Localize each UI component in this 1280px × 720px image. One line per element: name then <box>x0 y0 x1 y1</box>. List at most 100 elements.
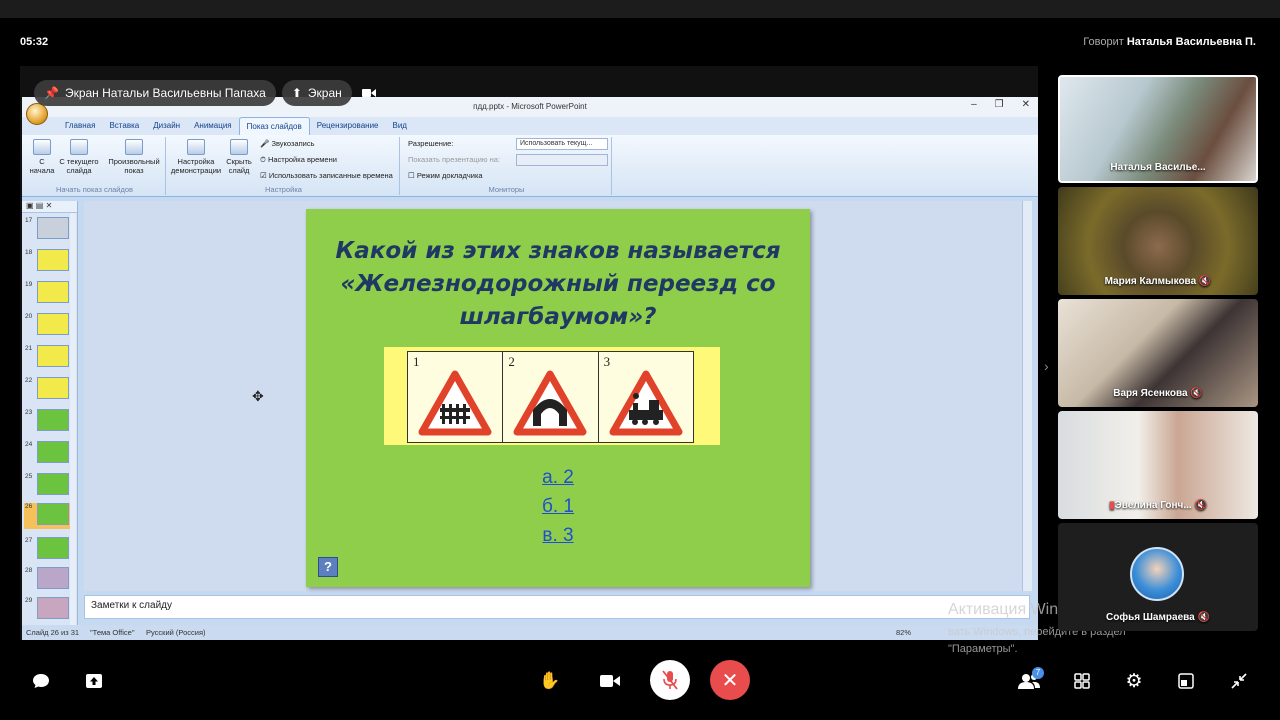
signs-table: 1 2 3 <box>407 351 694 443</box>
zoom-level[interactable]: 82% <box>896 628 911 637</box>
grid-view-button[interactable] <box>1069 668 1095 694</box>
camera-toggle-button[interactable] <box>358 80 380 106</box>
answer-link-c[interactable]: в. 3 <box>306 521 810 550</box>
from-start-label: С начала <box>29 157 55 175</box>
thumb-number: 20 <box>25 313 33 320</box>
ribbon-tabs: Главная Вставка Дизайн Анимация Показ сл… <box>22 117 1038 135</box>
chat-button[interactable] <box>28 668 54 694</box>
thumbnail-slide[interactable]: 27 <box>24 537 76 561</box>
record-narration-label: Звукозапись <box>271 139 315 148</box>
thumbnail-slide[interactable]: 18 <box>24 249 76 273</box>
screen-toggle-button[interactable]: ⬆ Экран <box>281 80 352 106</box>
layout-button[interactable] <box>1173 668 1199 694</box>
answer-link-a[interactable]: а. 2 <box>306 463 810 492</box>
thumbnails-scrollbar[interactable] <box>70 213 76 625</box>
status-theme: "Тема Office" <box>90 628 135 637</box>
thumb-preview <box>37 217 69 239</box>
participant-tile[interactable]: Мария Калмыкова 🔇 <box>1058 187 1258 295</box>
participant-name-text: Софья Шамраева <box>1106 612 1195 623</box>
thumb-preview <box>37 441 69 463</box>
answer-link-b[interactable]: б. 1 <box>306 492 810 521</box>
camera-button[interactable] <box>597 668 623 694</box>
raise-hand-button[interactable]: ✋ <box>537 668 563 694</box>
close-icon[interactable]: ✕ <box>1022 99 1030 110</box>
tab-animation[interactable]: Анимация <box>187 117 239 135</box>
microphone-off-icon <box>662 670 678 690</box>
share-owner-badge[interactable]: 📌 Экран Натальи Васильевны Папаха <box>34 80 276 106</box>
pin-icon: 📌 <box>44 86 59 100</box>
thumb-preview <box>37 567 69 589</box>
railroad-no-barrier-sign-icon <box>609 370 683 436</box>
group-monitors: Разрешение: Использовать текущ... Показа… <box>402 137 612 195</box>
setup-show-button[interactable]: Настройка демонстрации <box>170 139 222 175</box>
maximize-icon[interactable]: ❐ <box>995 99 1004 110</box>
slide: Какой из этих знаков называется «Железно… <box>306 209 810 587</box>
help-button[interactable]: ? <box>318 557 338 577</box>
thumb-preview <box>37 313 69 335</box>
use-timings-checkbox[interactable]: ☑ Использовать записанные времена <box>260 171 393 180</box>
settings-button[interactable]: ⚙ <box>1121 668 1147 694</box>
window-controls: – ❐ ✕ <box>971 99 1030 110</box>
slide-canvas: Какой из этих знаков называется «Железно… <box>84 201 1032 591</box>
thumb-preview <box>37 281 69 303</box>
sign-cell-2: 2 <box>503 352 599 442</box>
fullscreen-button[interactable] <box>1226 668 1252 694</box>
thumbnail-slide-selected[interactable]: 26 <box>24 503 76 529</box>
share-screen-button[interactable] <box>81 668 107 694</box>
notes-field[interactable]: Заметки к слайду <box>84 595 1030 619</box>
hide-slide-label: Скрыть слайд <box>226 157 252 175</box>
tab-design[interactable]: Дизайн <box>146 117 187 135</box>
thumbnail-slide[interactable]: 20 <box>24 313 76 337</box>
sign-number: 1 <box>413 354 420 369</box>
speaking-name: Наталья Васильевна П. <box>1126 36 1256 48</box>
hide-slide-button[interactable]: Скрыть слайд <box>224 139 254 175</box>
thumbnail-slide[interactable]: 23 <box>24 409 76 433</box>
grid-icon <box>1074 673 1090 689</box>
thumbnail-slide[interactable]: 22 <box>24 377 76 401</box>
custom-show-button[interactable]: Произвольный показ <box>106 139 162 175</box>
from-current-button[interactable]: С текущего слайда <box>58 139 100 175</box>
participant-tile[interactable]: Наталья Василье... <box>1058 75 1258 183</box>
thumbnail-slide[interactable]: 29 <box>24 597 76 621</box>
participant-name-text: Эвелина Гонч... <box>1114 500 1192 511</box>
signs-panel: 1 2 3 <box>384 347 720 445</box>
record-narration-button[interactable]: 🎤 Звукозапись <box>260 139 315 148</box>
rehearse-timings-button[interactable]: ⏱ Настройка времени <box>260 155 337 165</box>
thumbnail-slide[interactable]: 17 <box>24 217 76 241</box>
chevron-right-icon[interactable]: › <box>1044 358 1049 374</box>
canvas-scrollbar[interactable] <box>1022 201 1032 591</box>
office-button[interactable] <box>26 103 48 125</box>
group-start-caption: Начать показ слайдов <box>55 185 134 194</box>
tab-insert[interactable]: Вставка <box>102 117 146 135</box>
thumb-preview <box>37 473 69 495</box>
tab-review[interactable]: Рецензирование <box>310 117 386 135</box>
sign-cell-3: 3 <box>598 352 693 442</box>
microphone-toggle-button[interactable] <box>650 660 690 700</box>
resolution-select[interactable]: Использовать текущ... <box>516 138 608 150</box>
layout-icon <box>1178 673 1194 689</box>
tab-slideshow[interactable]: Показ слайдов <box>238 117 310 135</box>
question-text: Какой из этих знаков называется «Железно… <box>306 235 810 334</box>
presenter-view-checkbox[interactable]: ☐ Режим докладчика <box>408 171 483 180</box>
question-line-3: шлагбаумом»? <box>459 304 657 330</box>
top-strip <box>0 0 1280 18</box>
thumbnail-slide[interactable]: 24 <box>24 441 76 465</box>
tab-home[interactable]: Главная <box>58 117 102 135</box>
leave-call-button[interactable]: ✕ <box>710 660 750 700</box>
thumbnail-slide[interactable]: 19 <box>24 281 76 305</box>
participant-tile[interactable]: Софья Шамраева 🔇 <box>1058 523 1258 631</box>
participant-name: Варя Ясенкова 🔇 <box>1058 388 1258 399</box>
share-owner-label: Экран Натальи Васильевны Папаха <box>64 86 266 100</box>
thumbnail-slide[interactable]: 25 <box>24 473 76 497</box>
minimize-icon[interactable]: – <box>971 99 977 110</box>
thumbnail-slide[interactable]: 28 <box>24 567 76 591</box>
from-start-button[interactable]: С начала <box>28 139 56 175</box>
slide-thumbnails-pane: ▣ ▤ ✕ 17 18 19 20 21 22 23 24 25 26 27 2… <box>22 201 78 625</box>
participant-name: Мария Калмыкова 🔇 <box>1058 276 1258 287</box>
thumbnail-slide[interactable]: 21 <box>24 345 76 369</box>
share-badges: 📌 Экран Натальи Васильевны Папаха ⬆ Экра… <box>34 80 380 106</box>
answers: а. 2 б. 1 в. 3 <box>306 463 810 550</box>
participant-tile[interactable]: ▮Эвелина Гонч... 🔇 <box>1058 411 1258 519</box>
tab-view[interactable]: Вид <box>386 117 414 135</box>
participant-tile[interactable]: Варя Ясенкова 🔇 <box>1058 299 1258 407</box>
